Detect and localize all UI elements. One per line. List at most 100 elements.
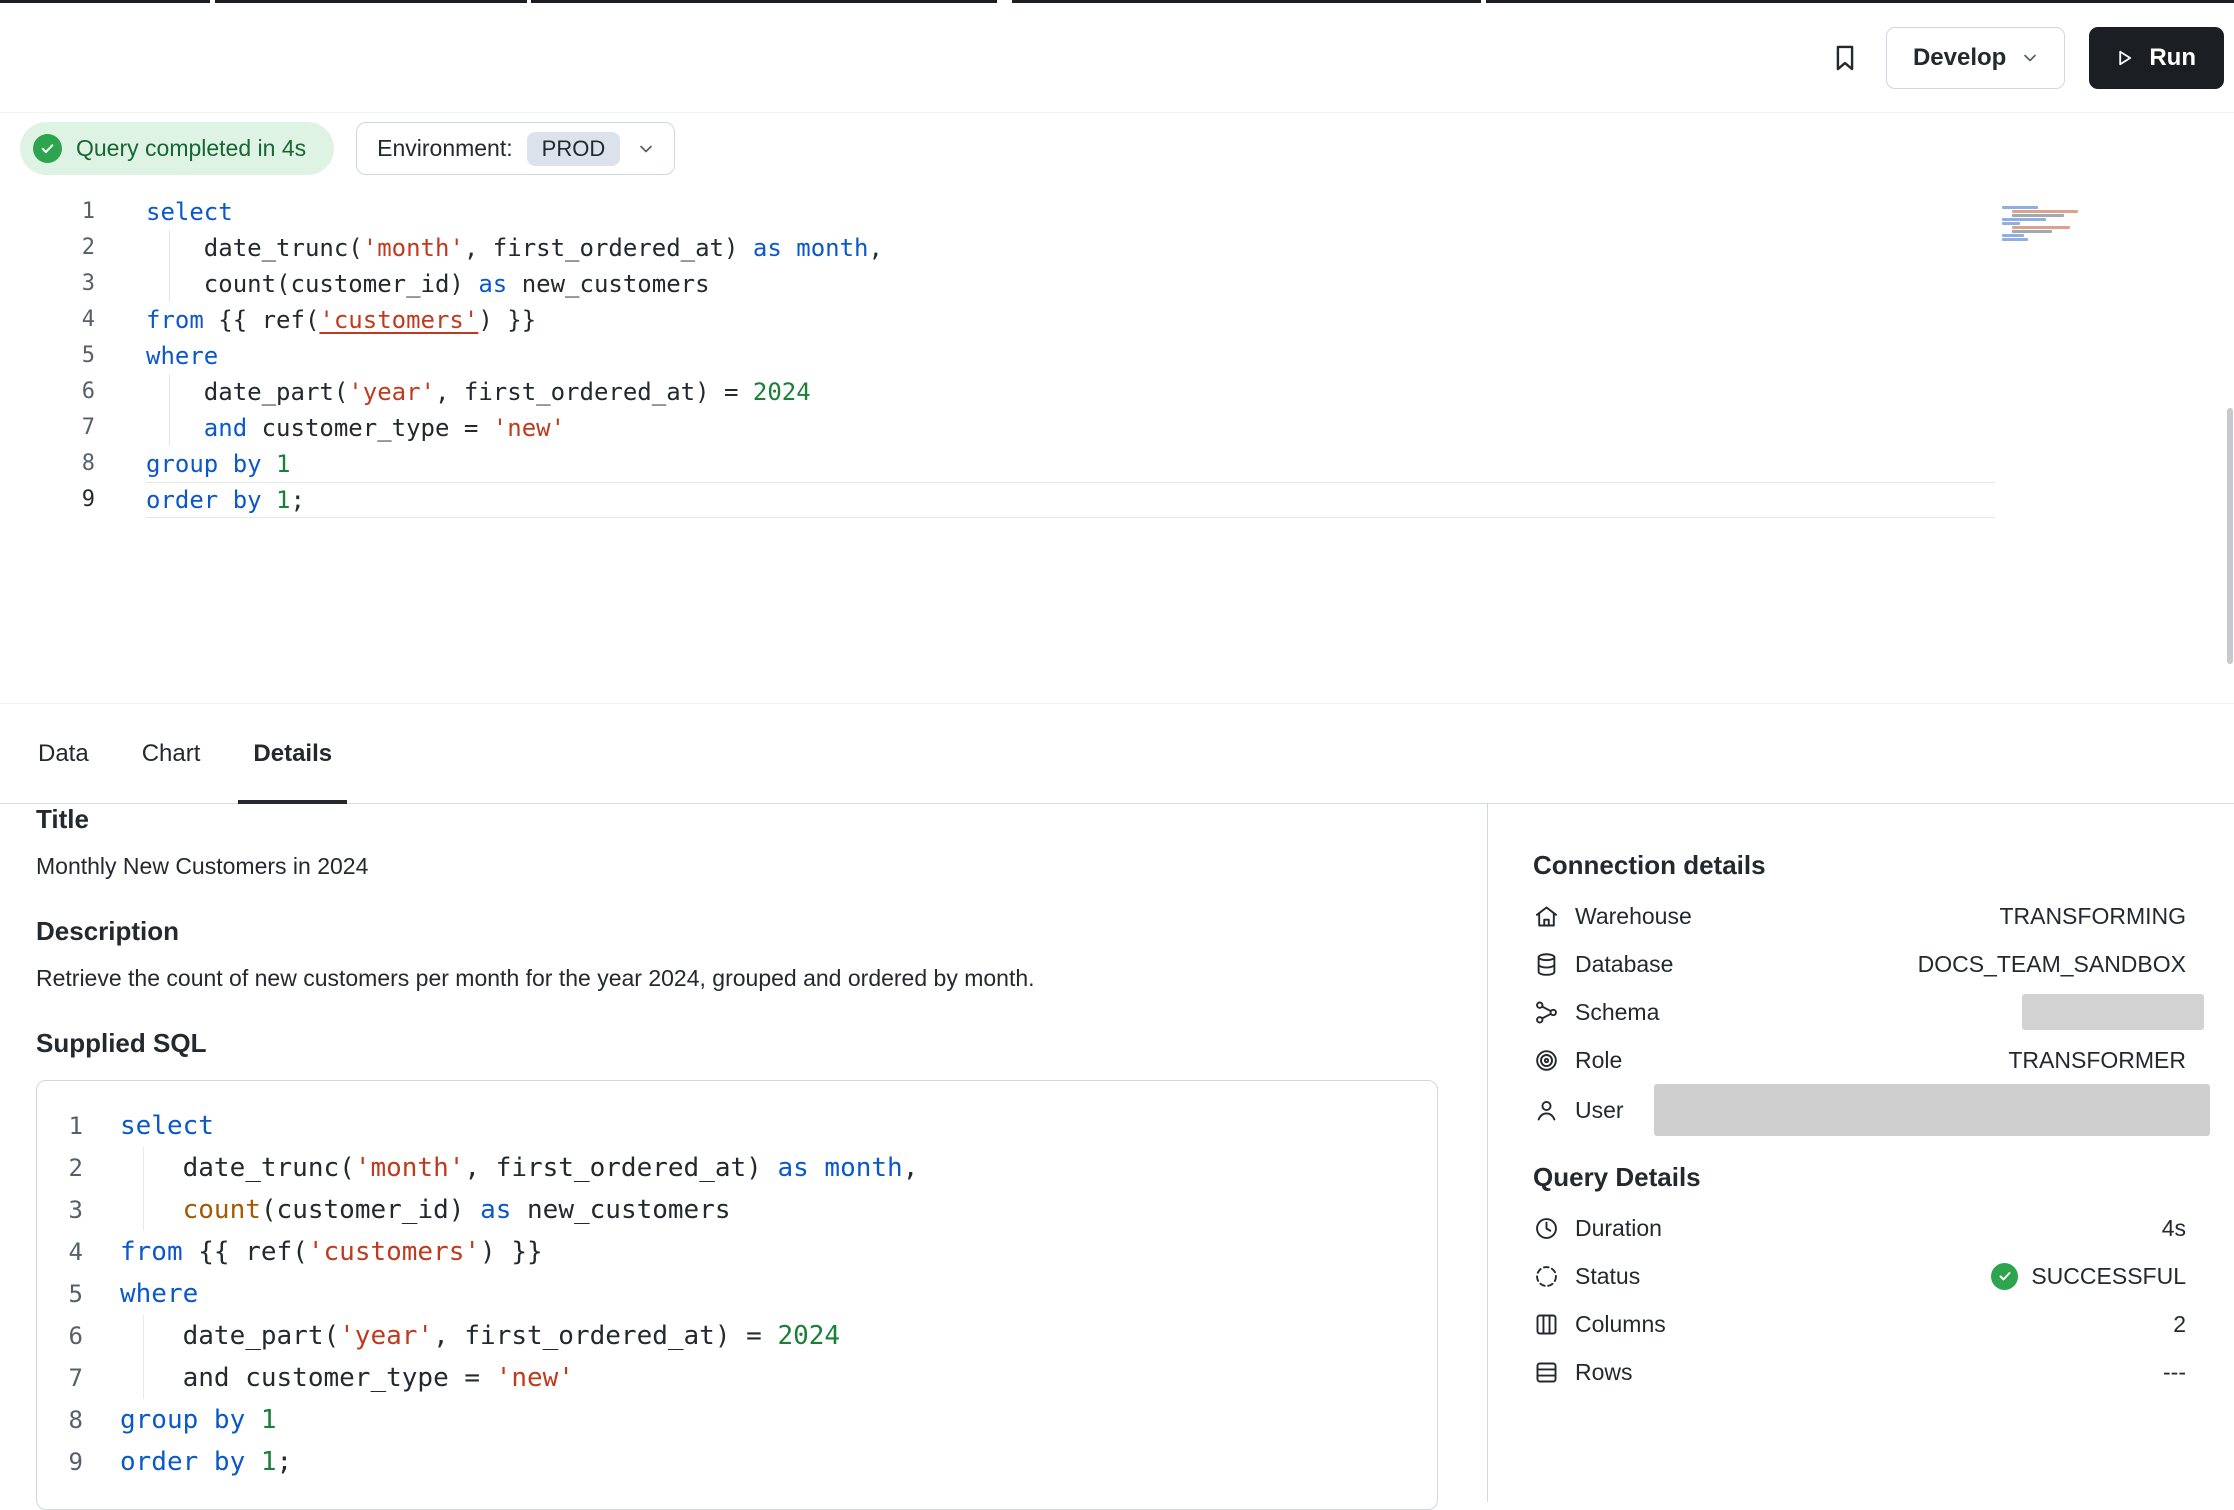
- description-heading: Description: [36, 916, 1438, 946]
- row-value-text: TRANSFORMER: [2008, 1047, 2186, 1074]
- row-label: Status: [1575, 1263, 1640, 1290]
- code-line: 9order by 1;: [0, 482, 2234, 518]
- query-details-heading: Query Details: [1533, 1162, 2186, 1192]
- run-label: Run: [2149, 44, 2196, 72]
- code-text: date_trunc('month', first_ordered_at) as…: [120, 1147, 918, 1189]
- code-text: select: [120, 1105, 214, 1147]
- title-heading: Title: [36, 804, 1438, 834]
- code-text: and customer_type = 'new': [146, 410, 565, 446]
- row-value: 4s: [2162, 1215, 2186, 1242]
- code-text: order by 1;: [146, 482, 305, 518]
- header: Develop Run: [0, 3, 2234, 113]
- code-line: 3 count(customer_id) as new_customers: [0, 266, 2234, 302]
- title-value: Monthly New Customers in 2024: [36, 852, 1438, 880]
- code-line: 6 date_part('year', first_ordered_at) = …: [0, 374, 2234, 410]
- row-label: Schema: [1575, 999, 1659, 1026]
- code-line: 4from {{ ref('customers') }}: [0, 302, 2234, 338]
- minimap-row: [2012, 226, 2070, 229]
- code-line: 6 date_part('year', first_ordered_at) = …: [37, 1315, 1437, 1357]
- code-line: 2 date_trunc('month', first_ordered_at) …: [0, 230, 2234, 266]
- minimap-row: [2012, 230, 2052, 233]
- connection-row-warehouse: WarehouseTRANSFORMING: [1533, 892, 2186, 940]
- row-value: ---: [2163, 1359, 2186, 1386]
- line-number: 3: [0, 266, 95, 302]
- code-line: 7 and customer_type = 'new': [37, 1357, 1437, 1399]
- code-line: 1 select: [37, 1105, 1437, 1147]
- bookmark-icon[interactable]: [1828, 41, 1862, 75]
- row-label: Duration: [1575, 1215, 1662, 1242]
- line-number: 4: [0, 302, 95, 338]
- code-line: 1 select: [0, 194, 2234, 230]
- code-text: select: [146, 194, 233, 230]
- code-text: group by 1: [120, 1399, 277, 1441]
- line-number: 1: [0, 194, 95, 230]
- code-text: date_part('year', first_ordered_at) = 20…: [120, 1315, 840, 1357]
- line-number: 8: [0, 446, 95, 482]
- connection-row-schema: Schema: [1533, 988, 2186, 1036]
- rows-icon: [1533, 1359, 1560, 1386]
- line-number: 7: [0, 410, 95, 446]
- warehouse-icon: [1533, 903, 1560, 930]
- tab-details[interactable]: Details: [251, 704, 334, 803]
- row-value-text: DOCS_TEAM_SANDBOX: [1918, 951, 2186, 978]
- supplied-sql-heading: Supplied SQL: [36, 1028, 1438, 1058]
- minimap-row: [2002, 218, 2046, 221]
- ref-link[interactable]: 'customers': [319, 306, 478, 334]
- line-number: 1: [37, 1105, 83, 1147]
- details-left-column: Title Monthly New Customers in 2024 Desc…: [36, 804, 1438, 1510]
- row-value: SUCCESSFUL: [1991, 1263, 2186, 1290]
- code-text: from {{ ref('customers') }}: [120, 1231, 543, 1273]
- query-status-text: Query completed in 4s: [76, 135, 306, 162]
- results-tabs: Data Chart Details: [0, 703, 2234, 804]
- connection-row-database: DatabaseDOCS_TEAM_SANDBOX: [1533, 940, 2186, 988]
- tab-data[interactable]: Data: [36, 704, 91, 803]
- query-status-pill: Query completed in 4s: [20, 122, 334, 175]
- row-label: Rows: [1575, 1359, 1633, 1386]
- details-sidebar: Connection details WarehouseTRANSFORMING…: [1487, 804, 2234, 1502]
- code-text: count(customer_id) as new_customers: [146, 266, 710, 302]
- minimap-row: [2002, 222, 2020, 225]
- code-text: and customer_type = 'new': [120, 1357, 574, 1399]
- minimap[interactable]: [2002, 206, 2102, 241]
- minimap-row: [2002, 238, 2028, 241]
- code-line: 5where: [0, 338, 2234, 374]
- success-check-icon: [1991, 1263, 2018, 1290]
- develop-button[interactable]: Develop: [1886, 27, 2065, 89]
- clock-icon: [1533, 1215, 1560, 1242]
- query-row-duration: Duration 4s: [1533, 1204, 2186, 1252]
- chevron-down-icon: [634, 137, 658, 161]
- tab-chart[interactable]: Chart: [140, 704, 203, 803]
- row-value: [2022, 994, 2186, 1030]
- role-icon: [1533, 1047, 1560, 1074]
- connection-details-heading: Connection details: [1533, 850, 2186, 880]
- code-line: 9order by 1;: [37, 1441, 1437, 1483]
- minimap-row: [2002, 206, 2038, 209]
- code-text: order by 1;: [120, 1441, 292, 1483]
- connection-row-user: User: [1533, 1084, 2186, 1136]
- sql-editor[interactable]: 1 select2 date_trunc('month', first_order…: [0, 194, 2234, 703]
- environment-dropdown[interactable]: Environment: PROD: [356, 122, 675, 175]
- row-value-text: ---: [2163, 1359, 2186, 1386]
- code-text: group by 1: [146, 446, 291, 482]
- status-bar: Query completed in 4s Environment: PROD: [20, 122, 675, 175]
- code-text: count(customer_id) as new_customers: [120, 1189, 731, 1231]
- query-row-rows: Rows ---: [1533, 1348, 2186, 1396]
- line-number: 7: [37, 1357, 83, 1399]
- row-value: TRANSFORMER: [2008, 1047, 2186, 1074]
- line-number: 5: [37, 1273, 83, 1315]
- row-label: User: [1575, 1097, 1624, 1124]
- run-button[interactable]: Run: [2089, 27, 2224, 89]
- code-line: 7 and customer_type = 'new': [0, 410, 2234, 446]
- row-label: Role: [1575, 1047, 1622, 1074]
- code-line: 4 from {{ ref('customers') }}: [37, 1231, 1437, 1273]
- code-text: date_trunc('month', first_ordered_at) as…: [146, 230, 883, 266]
- chevron-down-icon: [2018, 46, 2042, 70]
- line-number: 4: [37, 1231, 83, 1273]
- row-value: DOCS_TEAM_SANDBOX: [1918, 951, 2186, 978]
- scrollbar[interactable]: [2227, 408, 2233, 664]
- minimap-row: [2002, 234, 2024, 237]
- develop-label: Develop: [1913, 44, 2006, 72]
- row-value-text: 2: [2173, 1311, 2186, 1338]
- code-text: where: [120, 1273, 198, 1315]
- minimap-row: [2012, 214, 2064, 217]
